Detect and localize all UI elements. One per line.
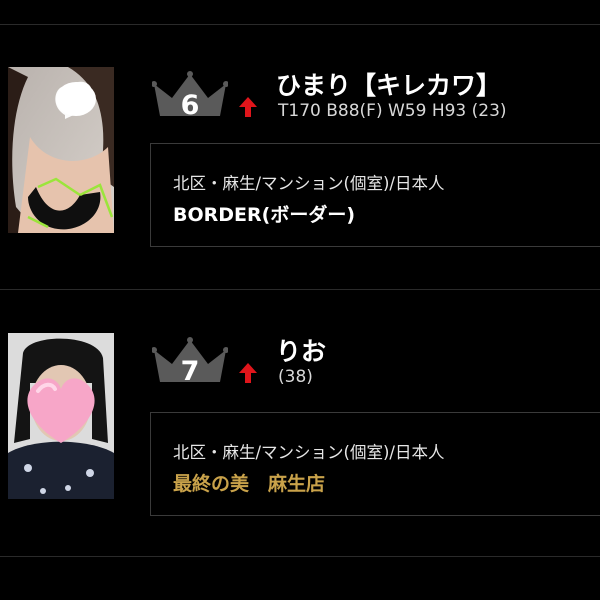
photo-image	[8, 333, 114, 499]
ranking-entry[interactable]: 6 ひまり【キレカワ】 T170 B88(F) W59 H93 (23) 北区・…	[0, 0, 600, 247]
rank-crown: 7	[152, 334, 228, 392]
photo-image	[8, 67, 114, 233]
shop-name[interactable]: 最終の美 麻生店	[173, 469, 325, 496]
rank-crown: 6	[152, 68, 228, 126]
rank-up-arrow-icon	[238, 362, 258, 384]
rank-number: 6	[180, 90, 200, 121]
shop-info-box[interactable]: 北区・麻生/マンション(個室)/日本人 最終の美 麻生店	[150, 412, 600, 516]
shop-location: 北区・麻生/マンション(個室)/日本人	[173, 443, 445, 462]
girl-stats: T170 B88(F) W59 H93 (23)	[278, 101, 507, 121]
girl-name[interactable]: ひまり【キレカワ】	[276, 66, 501, 102]
girl-stats: (38)	[278, 367, 313, 387]
girl-name[interactable]: りお	[276, 332, 326, 368]
ranking-entry[interactable]: 7 りお (38) 北区・麻生/マンション(個室)/日本人 最終の美 麻生店	[0, 266, 600, 516]
bottom-divider	[0, 556, 600, 557]
shop-name[interactable]: BORDER(ボーダー)	[173, 200, 355, 227]
rank-number: 7	[180, 356, 200, 387]
profile-photo[interactable]	[8, 67, 114, 233]
rank-up-arrow-icon	[238, 96, 258, 118]
shop-location: 北区・麻生/マンション(個室)/日本人	[173, 174, 445, 193]
shop-info-box[interactable]: 北区・麻生/マンション(個室)/日本人 BORDER(ボーダー)	[150, 143, 600, 247]
profile-photo[interactable]	[8, 333, 114, 499]
